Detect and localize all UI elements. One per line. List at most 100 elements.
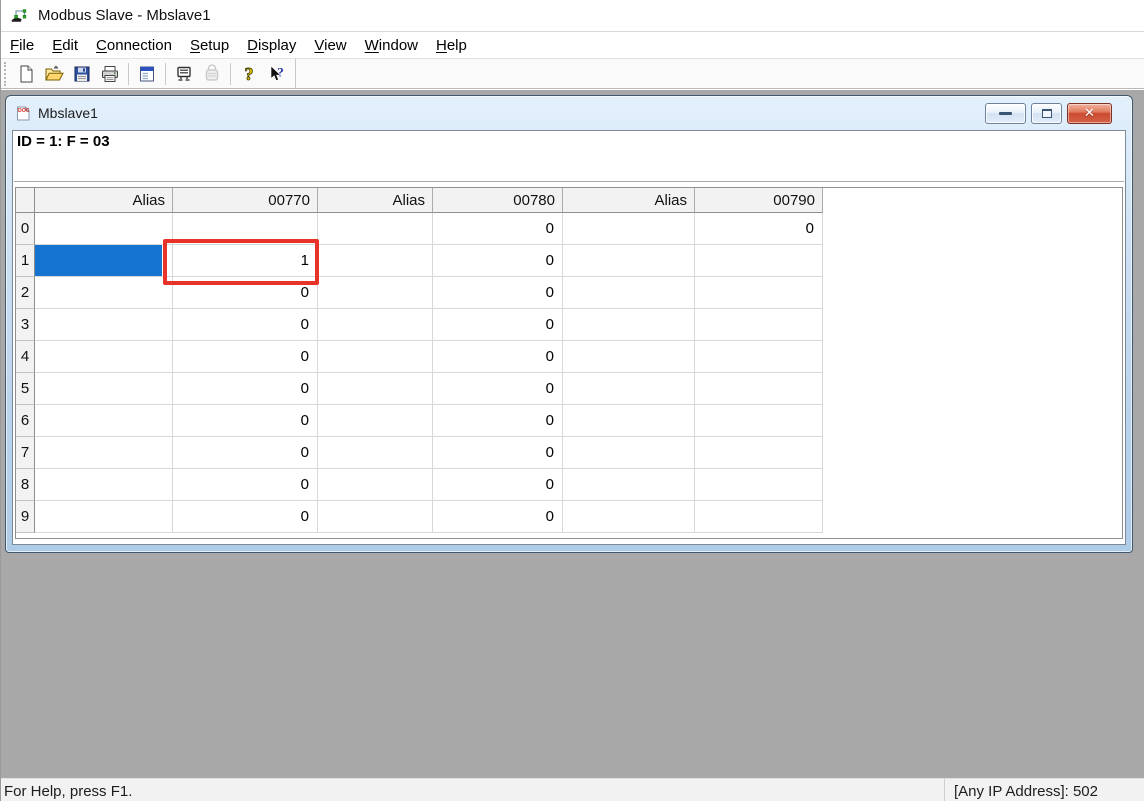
cell-value-r7c3[interactable]: 0 (433, 437, 563, 469)
connection-button[interactable] (199, 61, 225, 87)
row-header-9[interactable]: 9 (16, 501, 35, 533)
row-header-1[interactable]: 1 (16, 245, 35, 277)
cell-alias-r2c2[interactable] (318, 277, 433, 309)
row-header-0[interactable]: 0 (16, 213, 35, 245)
menu-help[interactable]: Help (427, 35, 476, 56)
column-header-00790: 00790 (695, 188, 823, 213)
cell-alias-r1c0[interactable] (35, 245, 173, 277)
cell-alias-r3c0[interactable] (35, 309, 173, 341)
close-button[interactable]: ✕ (1067, 103, 1112, 124)
cell-value-r6c3[interactable]: 0 (433, 405, 563, 437)
row-header-7[interactable]: 7 (16, 437, 35, 469)
cell-value-r4c3[interactable]: 0 (433, 341, 563, 373)
cell-alias-r6c4[interactable] (563, 405, 695, 437)
cell-value-r1c3[interactable]: 0 (433, 245, 563, 277)
row-header-6[interactable]: 6 (16, 405, 35, 437)
cell-alias-r5c2[interactable] (318, 373, 433, 405)
row-header-5[interactable]: 5 (16, 373, 35, 405)
restore-button[interactable] (1031, 103, 1062, 124)
cell-value-r9c3[interactable]: 0 (433, 501, 563, 533)
cell-value-r3c3[interactable]: 0 (433, 309, 563, 341)
svg-text:?: ? (245, 64, 254, 84)
cell-alias-r0c4[interactable] (563, 213, 695, 245)
toolbar-gripper[interactable] (4, 62, 8, 86)
cell-value-r3c5[interactable] (695, 309, 823, 341)
row-header-4[interactable]: 4 (16, 341, 35, 373)
menu-view[interactable]: View (305, 35, 355, 56)
cell-alias-r6c2[interactable] (318, 405, 433, 437)
cell-value-r2c1[interactable]: 0 (173, 277, 318, 309)
slave-definition-button[interactable] (171, 61, 197, 87)
toolbar-separator (128, 63, 129, 85)
cell-alias-r9c2[interactable] (318, 501, 433, 533)
cell-alias-r4c0[interactable] (35, 341, 173, 373)
cell-value-r8c3[interactable]: 0 (433, 469, 563, 501)
cell-value-r6c1[interactable]: 0 (173, 405, 318, 437)
cell-value-r2c3[interactable]: 0 (433, 277, 563, 309)
menu-file[interactable]: File (1, 35, 43, 56)
row-header-3[interactable]: 3 (16, 309, 35, 341)
child-window-title: Mbslave1 (38, 105, 98, 121)
cell-value-r6c5[interactable] (695, 405, 823, 437)
cell-value-r0c1[interactable] (173, 213, 318, 245)
cell-alias-r7c2[interactable] (318, 437, 433, 469)
cell-value-r5c1[interactable]: 0 (173, 373, 318, 405)
cell-alias-r1c4[interactable] (563, 245, 695, 277)
cell-alias-r9c4[interactable] (563, 501, 695, 533)
column-header-alias: Alias (563, 188, 695, 213)
cell-value-r5c5[interactable] (695, 373, 823, 405)
menu-display[interactable]: Display (238, 35, 305, 56)
open-button[interactable] (41, 61, 67, 87)
menu-setup[interactable]: Setup (181, 35, 238, 56)
minimize-button[interactable] (985, 103, 1026, 124)
cell-alias-r0c2[interactable] (318, 213, 433, 245)
menu-window[interactable]: Window (356, 35, 427, 56)
cell-alias-r7c4[interactable] (563, 437, 695, 469)
cell-alias-r2c4[interactable] (563, 277, 695, 309)
cell-alias-r0c0[interactable] (35, 213, 173, 245)
child-window-titlebar[interactable]: DOC Mbslave1 ✕ (6, 96, 1132, 130)
save-button[interactable] (69, 61, 95, 87)
cell-value-r5c3[interactable]: 0 (433, 373, 563, 405)
cell-alias-r2c0[interactable] (35, 277, 173, 309)
print-button[interactable] (97, 61, 123, 87)
cell-value-r1c1[interactable]: 1 (173, 245, 318, 277)
cell-value-r8c5[interactable] (695, 469, 823, 501)
cell-alias-r9c0[interactable] (35, 501, 173, 533)
context-help-button[interactable]: ? (264, 61, 290, 87)
cell-alias-r5c0[interactable] (35, 373, 173, 405)
row-header-8[interactable]: 8 (16, 469, 35, 501)
menu-edit[interactable]: Edit (43, 35, 87, 56)
cell-value-r0c5[interactable]: 0 (695, 213, 823, 245)
cell-value-r4c5[interactable] (695, 341, 823, 373)
cell-alias-r5c4[interactable] (563, 373, 695, 405)
row-header-2[interactable]: 2 (16, 277, 35, 309)
cell-alias-r8c0[interactable] (35, 469, 173, 501)
cell-value-r9c5[interactable] (695, 501, 823, 533)
cell-alias-r8c4[interactable] (563, 469, 695, 501)
cell-value-r0c3[interactable]: 0 (433, 213, 563, 245)
menu-connection[interactable]: Connection (87, 35, 181, 56)
cell-alias-r7c0[interactable] (35, 437, 173, 469)
cell-value-r4c1[interactable]: 0 (173, 341, 318, 373)
save-icon (72, 64, 92, 84)
new-button[interactable] (13, 61, 39, 87)
cell-value-r8c1[interactable]: 0 (173, 469, 318, 501)
cell-alias-r6c0[interactable] (35, 405, 173, 437)
display-setup-button[interactable] (134, 61, 160, 87)
cell-value-r2c5[interactable] (695, 277, 823, 309)
about-button[interactable]: ? (236, 61, 262, 87)
cell-alias-r4c4[interactable] (563, 341, 695, 373)
cell-alias-r8c2[interactable] (318, 469, 433, 501)
cell-value-r1c5[interactable] (695, 245, 823, 277)
cell-alias-r4c2[interactable] (318, 341, 433, 373)
cell-alias-r1c2[interactable] (318, 245, 433, 277)
cell-alias-r3c4[interactable] (563, 309, 695, 341)
cell-value-r7c5[interactable] (695, 437, 823, 469)
grid-row-5: 5 0 0 (16, 373, 823, 405)
cell-value-r3c1[interactable]: 0 (173, 309, 318, 341)
cell-alias-r3c2[interactable] (318, 309, 433, 341)
cell-value-r9c1[interactable]: 0 (173, 501, 318, 533)
cell-value-r7c1[interactable]: 0 (173, 437, 318, 469)
selected-cell-highlight (35, 245, 162, 276)
